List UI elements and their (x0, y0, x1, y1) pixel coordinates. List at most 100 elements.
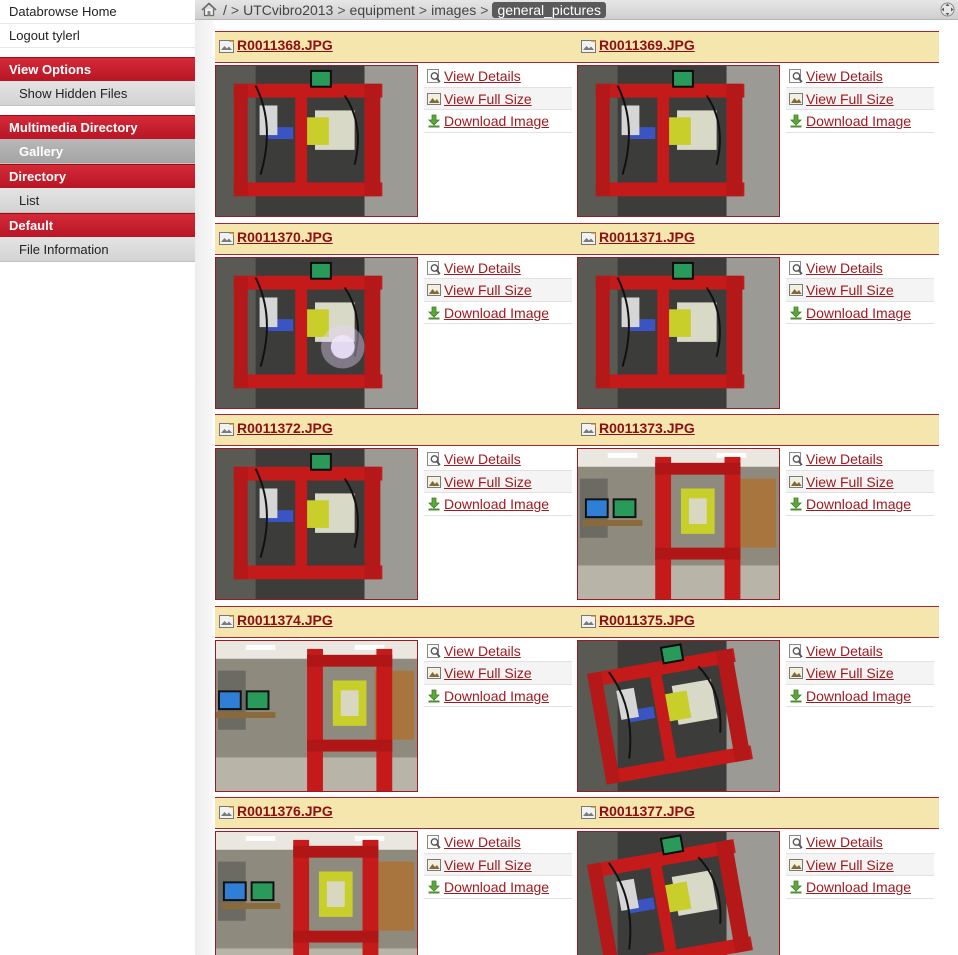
image-action-row: View Details (424, 640, 572, 662)
gallery-item-header: R0011373.JPG (577, 414, 939, 446)
breadcrumb-segment[interactable]: equipment (350, 2, 415, 18)
view-details-link[interactable]: View Details (444, 65, 521, 87)
image-thumbnail[interactable] (577, 639, 780, 792)
image-actions: View Details View Full Size Download Image (786, 831, 934, 899)
image-icon (789, 667, 803, 679)
expand-icon[interactable] (940, 2, 955, 17)
image-file-icon (581, 40, 596, 53)
view-details-link[interactable]: View Details (806, 65, 883, 87)
databrowse-home-link[interactable]: Databrowse Home (0, 0, 195, 24)
view-full-size-link[interactable]: View Full Size (444, 279, 532, 301)
image-filename-link[interactable]: R0011369.JPG (599, 37, 695, 53)
image-thumbnail[interactable] (215, 65, 418, 217)
image-thumbnail[interactable] (577, 448, 780, 600)
image-action-row: View Full Size (786, 853, 934, 876)
image-filename-link[interactable]: R0011377.JPG (599, 803, 695, 819)
gallery-item-header: R0011376.JPG (215, 797, 577, 829)
gallery-item: R0011374.JPG View Details View Full Size Do… (215, 605, 577, 798)
logout-link[interactable]: Logout tylerl (0, 24, 195, 48)
image-action-row: View Details (786, 831, 934, 854)
image-thumbnail[interactable] (577, 831, 780, 955)
sidebar-section-header: Directory (0, 164, 195, 188)
view-full-size-link[interactable]: View Full Size (806, 88, 894, 110)
image-action-row: View Details (786, 65, 934, 88)
download-icon (428, 689, 440, 702)
view-full-size-link[interactable]: View Full Size (444, 854, 532, 876)
view-full-size-link[interactable]: View Full Size (444, 471, 532, 493)
image-action-row: Download Image (424, 876, 572, 899)
view-details-link[interactable]: View Details (444, 831, 521, 853)
image-thumbnail[interactable] (215, 256, 418, 409)
image-file-icon (581, 806, 596, 819)
view-full-size-link[interactable]: View Full Size (444, 88, 532, 110)
sidebar-item[interactable]: List (0, 188, 195, 213)
image-gallery: R0011368.JPG View Details View Full Size Do… (215, 31, 939, 955)
breadcrumb-segment[interactable]: images (431, 2, 476, 18)
download-image-link[interactable]: Download Image (806, 110, 911, 132)
download-image-link[interactable]: Download Image (444, 685, 549, 707)
thumbnail-picture (578, 449, 779, 599)
image-thumbnail[interactable] (577, 256, 780, 409)
gallery-row: R0011372.JPG View Details View Full Size Do… (215, 414, 939, 606)
image-thumbnail[interactable] (215, 831, 418, 955)
download-image-link[interactable]: Download Image (444, 876, 549, 898)
magnifier-icon (427, 643, 441, 658)
download-image-link[interactable]: Download Image (806, 302, 911, 324)
view-details-link[interactable]: View Details (806, 831, 883, 853)
breadcrumb-segment[interactable]: UTCvibro2013 (243, 2, 333, 18)
image-actions: View Details View Full Size Download Image (786, 65, 934, 133)
sidebar-item[interactable]: File Information (0, 237, 195, 262)
image-actions: View Details View Full Size Download Image (424, 640, 572, 707)
image-action-row: View Details (786, 257, 934, 279)
view-full-size-link[interactable]: View Full Size (444, 662, 532, 684)
view-details-link[interactable]: View Details (444, 640, 521, 662)
image-filename-link[interactable]: R0011374.JPG (237, 612, 333, 628)
image-filename-link[interactable]: R0011368.JPG (237, 37, 333, 53)
image-filename-link[interactable]: R0011376.JPG (237, 803, 333, 819)
download-image-link[interactable]: Download Image (444, 493, 549, 515)
image-thumbnail[interactable] (215, 639, 418, 792)
view-details-link[interactable]: View Details (806, 448, 883, 470)
image-filename-link[interactable]: R0011375.JPG (599, 612, 695, 628)
image-action-row: View Full Size (786, 87, 934, 110)
image-icon (427, 667, 441, 679)
image-thumbnail[interactable] (215, 448, 418, 600)
sidebar-item[interactable]: Gallery (0, 139, 195, 164)
gallery-item-header: R0011372.JPG (215, 414, 577, 446)
image-action-row: View Full Size (424, 470, 572, 493)
view-full-size-link[interactable]: View Full Size (806, 854, 894, 876)
image-action-row: View Details (786, 640, 934, 662)
image-file-icon (581, 231, 596, 245)
download-image-link[interactable]: Download Image (444, 302, 549, 324)
view-details-link[interactable]: View Details (444, 257, 521, 279)
view-full-size-link[interactable]: View Full Size (806, 471, 894, 493)
image-icon (789, 858, 803, 871)
gallery-row: R0011368.JPG View Details View Full Size Do… (215, 31, 939, 223)
image-filename-link[interactable]: R0011370.JPG (237, 229, 333, 245)
image-filename-link[interactable]: R0011373.JPG (599, 420, 695, 436)
image-thumbnail[interactable] (577, 65, 780, 217)
view-full-size-link[interactable]: View Full Size (806, 279, 894, 301)
gallery-item: R0011371.JPG View Details View Full Size Do… (577, 222, 939, 415)
image-action-row: View Details (424, 831, 572, 854)
home-icon[interactable] (201, 2, 217, 17)
download-image-link[interactable]: Download Image (806, 876, 911, 898)
image-filename-link[interactable]: R0011371.JPG (599, 229, 695, 245)
image-action-row: Download Image (786, 302, 934, 324)
gallery-item-header: R0011377.JPG (577, 797, 939, 829)
image-icon (789, 284, 803, 296)
image-action-row: View Details (424, 257, 572, 279)
download-image-link[interactable]: Download Image (806, 493, 911, 515)
sidebar-item[interactable]: Show Hidden Files (0, 81, 195, 106)
view-full-size-link[interactable]: View Full Size (806, 662, 894, 684)
view-details-link[interactable]: View Details (806, 257, 883, 279)
view-details-link[interactable]: View Details (806, 640, 883, 662)
download-image-link[interactable]: Download Image (444, 110, 549, 132)
thumbnail-picture (216, 257, 417, 408)
download-image-link[interactable]: Download Image (806, 685, 911, 707)
magnifier-icon (789, 643, 803, 658)
view-details-link[interactable]: View Details (444, 448, 521, 470)
breadcrumb-root[interactable]: / (223, 2, 227, 18)
image-filename-link[interactable]: R0011372.JPG (237, 420, 333, 436)
